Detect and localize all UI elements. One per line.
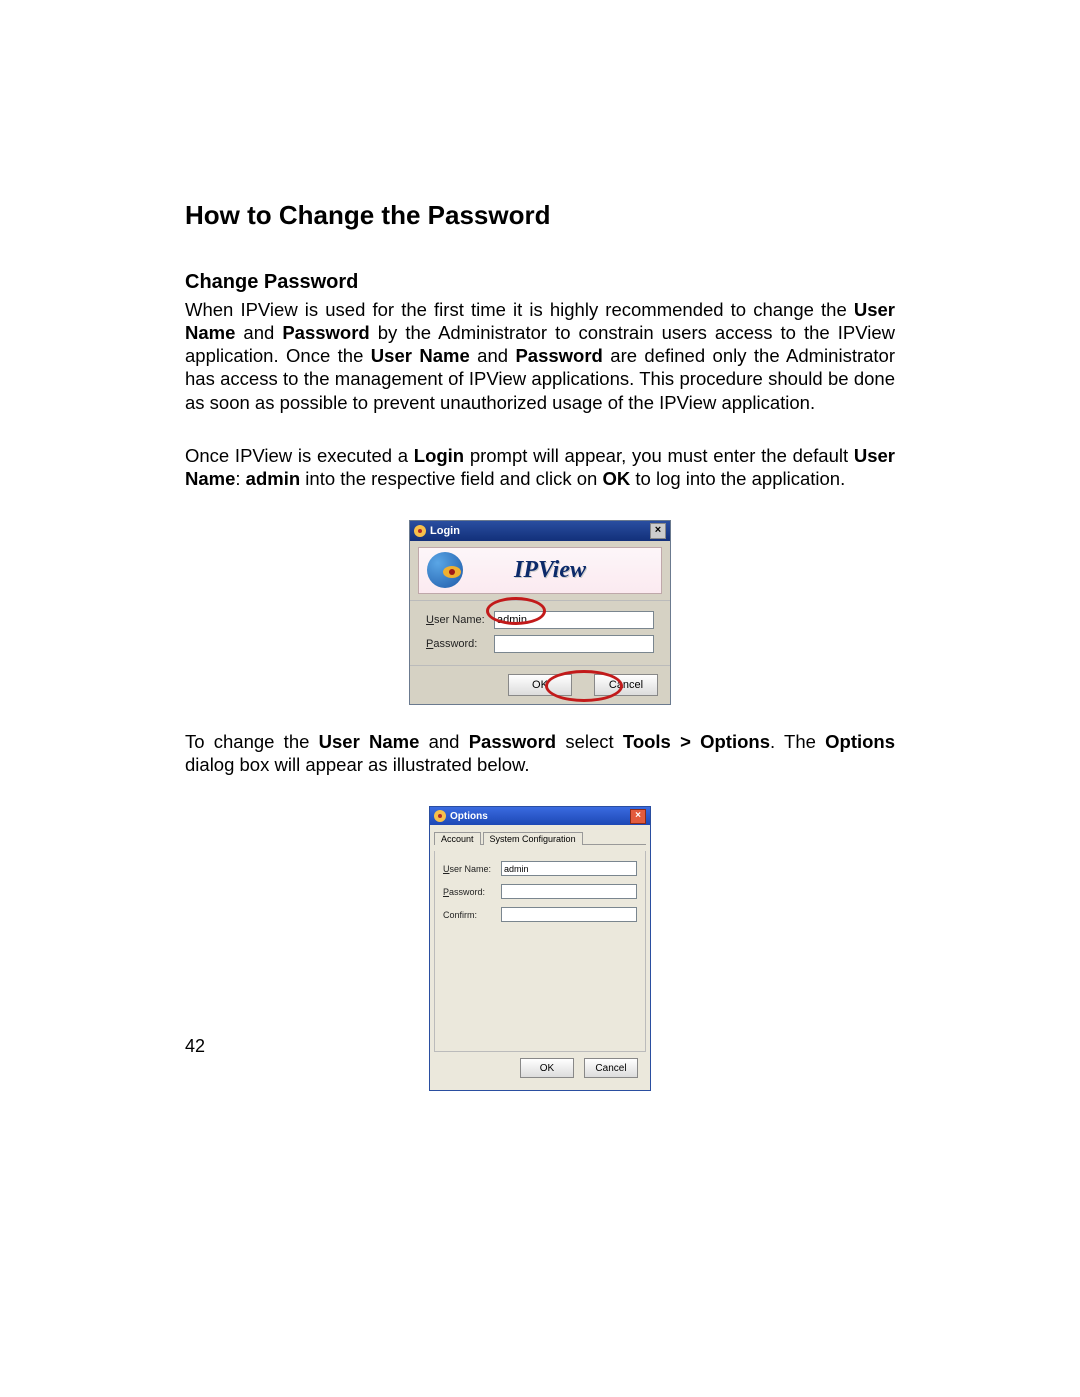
confirm-input[interactable] [501, 907, 637, 922]
section-subtitle: Change Password [185, 271, 895, 294]
bold-options: Options [825, 731, 895, 752]
text: Once IPView is executed a [185, 445, 414, 466]
close-icon[interactable]: × [650, 523, 666, 539]
login-banner: IPView [418, 547, 662, 594]
paragraph-1: When IPView is used for the first time i… [185, 298, 895, 414]
bold-login: Login [414, 445, 464, 466]
options-body: Account System Configuration User Name: … [430, 825, 650, 1090]
bold-user-name: User Name [371, 345, 470, 366]
password-label: Password: [426, 638, 494, 650]
options-title-text: Options [450, 811, 488, 822]
options-footer: OK Cancel [434, 1052, 646, 1086]
bold-admin: admin [246, 468, 300, 489]
bold-tools-options: Tools > Options [623, 731, 770, 752]
user-name-input[interactable] [501, 861, 637, 876]
cancel-button[interactable]: Cancel [594, 674, 658, 696]
password-input[interactable] [501, 884, 637, 899]
banner-text: IPView [514, 557, 586, 584]
password-input[interactable] [494, 635, 654, 653]
bold-password: Password [515, 345, 602, 366]
close-icon[interactable]: × [630, 809, 646, 824]
bold-ok: OK [603, 468, 631, 489]
app-icon [414, 525, 426, 537]
login-title-text: Login [430, 525, 460, 537]
text: select [556, 731, 623, 752]
cancel-button[interactable]: Cancel [584, 1058, 638, 1078]
account-panel: User Name: Password: Confirm: [434, 851, 646, 1052]
login-footer: OK Cancel [410, 665, 670, 704]
password-label: Password: [443, 887, 501, 897]
options-dialog-figure: Options × Account System Configuration U… [185, 806, 895, 1091]
bold-password: Password [282, 322, 369, 343]
paragraph-3: To change the User Name and Password sel… [185, 730, 895, 776]
app-icon [434, 810, 446, 822]
tabs: Account System Configuration [434, 831, 646, 845]
tab-account[interactable]: Account [434, 832, 481, 845]
ok-button[interactable]: OK [508, 674, 572, 696]
options-dialog: Options × Account System Configuration U… [429, 806, 651, 1091]
text: to log into the application. [630, 468, 845, 489]
login-body: User Name: Password: [410, 600, 670, 665]
text: When IPView is used for the first time i… [185, 299, 854, 320]
login-titlebar: Login × [410, 521, 670, 541]
confirm-label: Confirm: [443, 910, 501, 920]
page-title: How to Change the Password [185, 200, 895, 231]
paragraph-2: Once IPView is executed a Login prompt w… [185, 444, 895, 490]
tab-system-configuration[interactable]: System Configuration [483, 832, 583, 845]
login-dialog: Login × IPView User Name: Password: [409, 520, 671, 705]
eye-icon [443, 566, 461, 578]
text: prompt will appear, you must enter the d… [464, 445, 854, 466]
user-name-label: User Name: [443, 864, 501, 874]
page-number: 42 [185, 1036, 205, 1057]
text: and [419, 731, 468, 752]
text: and [235, 322, 282, 343]
text: into the respective field and click on [300, 468, 602, 489]
user-name-label: User Name: [426, 614, 494, 626]
text: . The [770, 731, 825, 752]
text: : [235, 468, 245, 489]
user-name-input[interactable] [494, 611, 654, 629]
text: To change the [185, 731, 319, 752]
login-dialog-figure: Login × IPView User Name: Password: [185, 520, 895, 705]
options-titlebar: Options × [430, 807, 650, 825]
text: and [470, 345, 516, 366]
text: dialog box will appear as illustrated be… [185, 754, 530, 775]
bold-password: Password [469, 731, 556, 752]
ok-button[interactable]: OK [520, 1058, 574, 1078]
bold-user-name: User Name [319, 731, 420, 752]
